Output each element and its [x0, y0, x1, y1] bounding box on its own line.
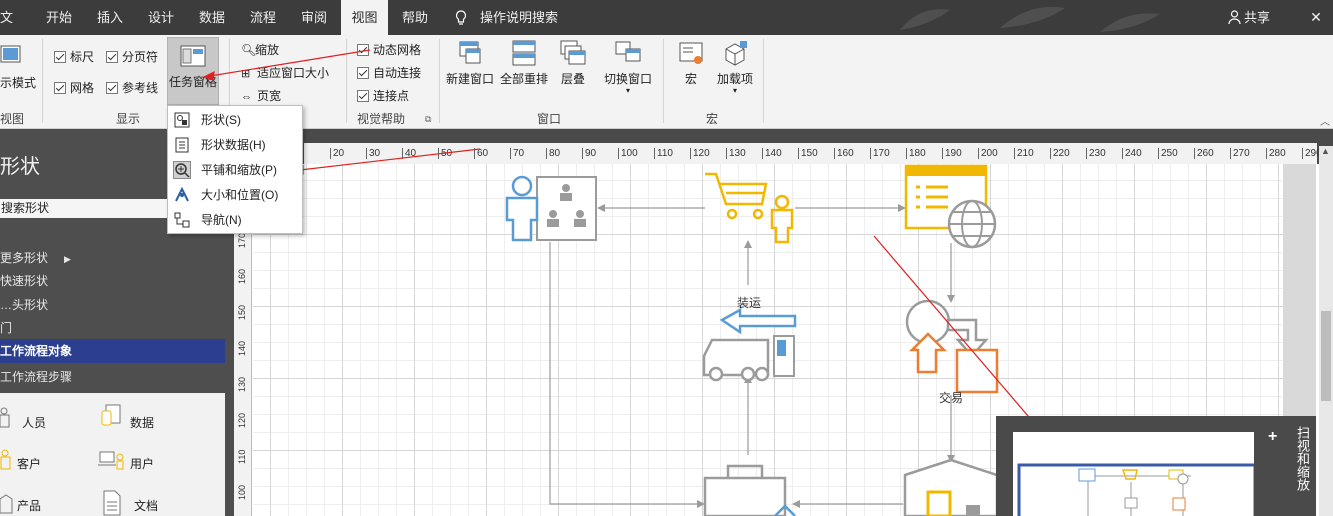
menu-item-pan-zoom-label: 平铺和缩放(P) [201, 163, 277, 177]
size-position-icon [173, 186, 191, 204]
staff-shape[interactable] [505, 175, 597, 242]
zoom-in-button[interactable]: + [1268, 428, 1277, 446]
shipping-truck-shape[interactable] [702, 307, 797, 382]
menu-item-pan-zoom[interactable]: 平铺和缩放(P) [168, 158, 302, 182]
menu-item-size-position[interactable]: 大小和位置(O) [168, 183, 302, 207]
pan-zoom-icon [173, 161, 191, 179]
transaction-label: 交易 [939, 391, 964, 405]
transaction-shape[interactable] [905, 299, 999, 394]
pan-zoom-window[interactable]: + [996, 416, 1316, 516]
menu-item-navigation[interactable]: 导航(N) [168, 208, 302, 232]
navigation-icon [173, 211, 191, 229]
menu-item-size-position-label: 大小和位置(O) [201, 188, 279, 202]
pan-zoom-preview[interactable] [1013, 432, 1257, 516]
menu-item-navigation-label: 导航(N) [201, 213, 242, 227]
task-panes-menu: 形状(S) 形状数据(H) 平铺和缩放(P) 大小和位置(O) 导航(N) [167, 105, 303, 234]
warehouse-shape[interactable] [903, 458, 999, 516]
menu-item-shape-data-label: 形状数据(H) [201, 138, 266, 152]
shipping-label: 装运 [737, 296, 762, 310]
pan-zoom-title: 扫视和缩放 [1295, 426, 1310, 491]
pan-zoom-thumbnail [1017, 463, 1257, 516]
product-bag-shape[interactable] [703, 464, 796, 516]
menu-item-shape-data[interactable]: 形状数据(H) [168, 133, 302, 157]
shape-data-icon [173, 136, 191, 154]
shapes-icon [173, 111, 191, 129]
shopping-cart-shape[interactable] [705, 172, 794, 244]
web-form-shape[interactable] [904, 164, 997, 249]
menu-item-shapes[interactable]: 形状(S) [168, 108, 302, 132]
menu-item-shapes-label: 形状(S) [201, 113, 241, 127]
